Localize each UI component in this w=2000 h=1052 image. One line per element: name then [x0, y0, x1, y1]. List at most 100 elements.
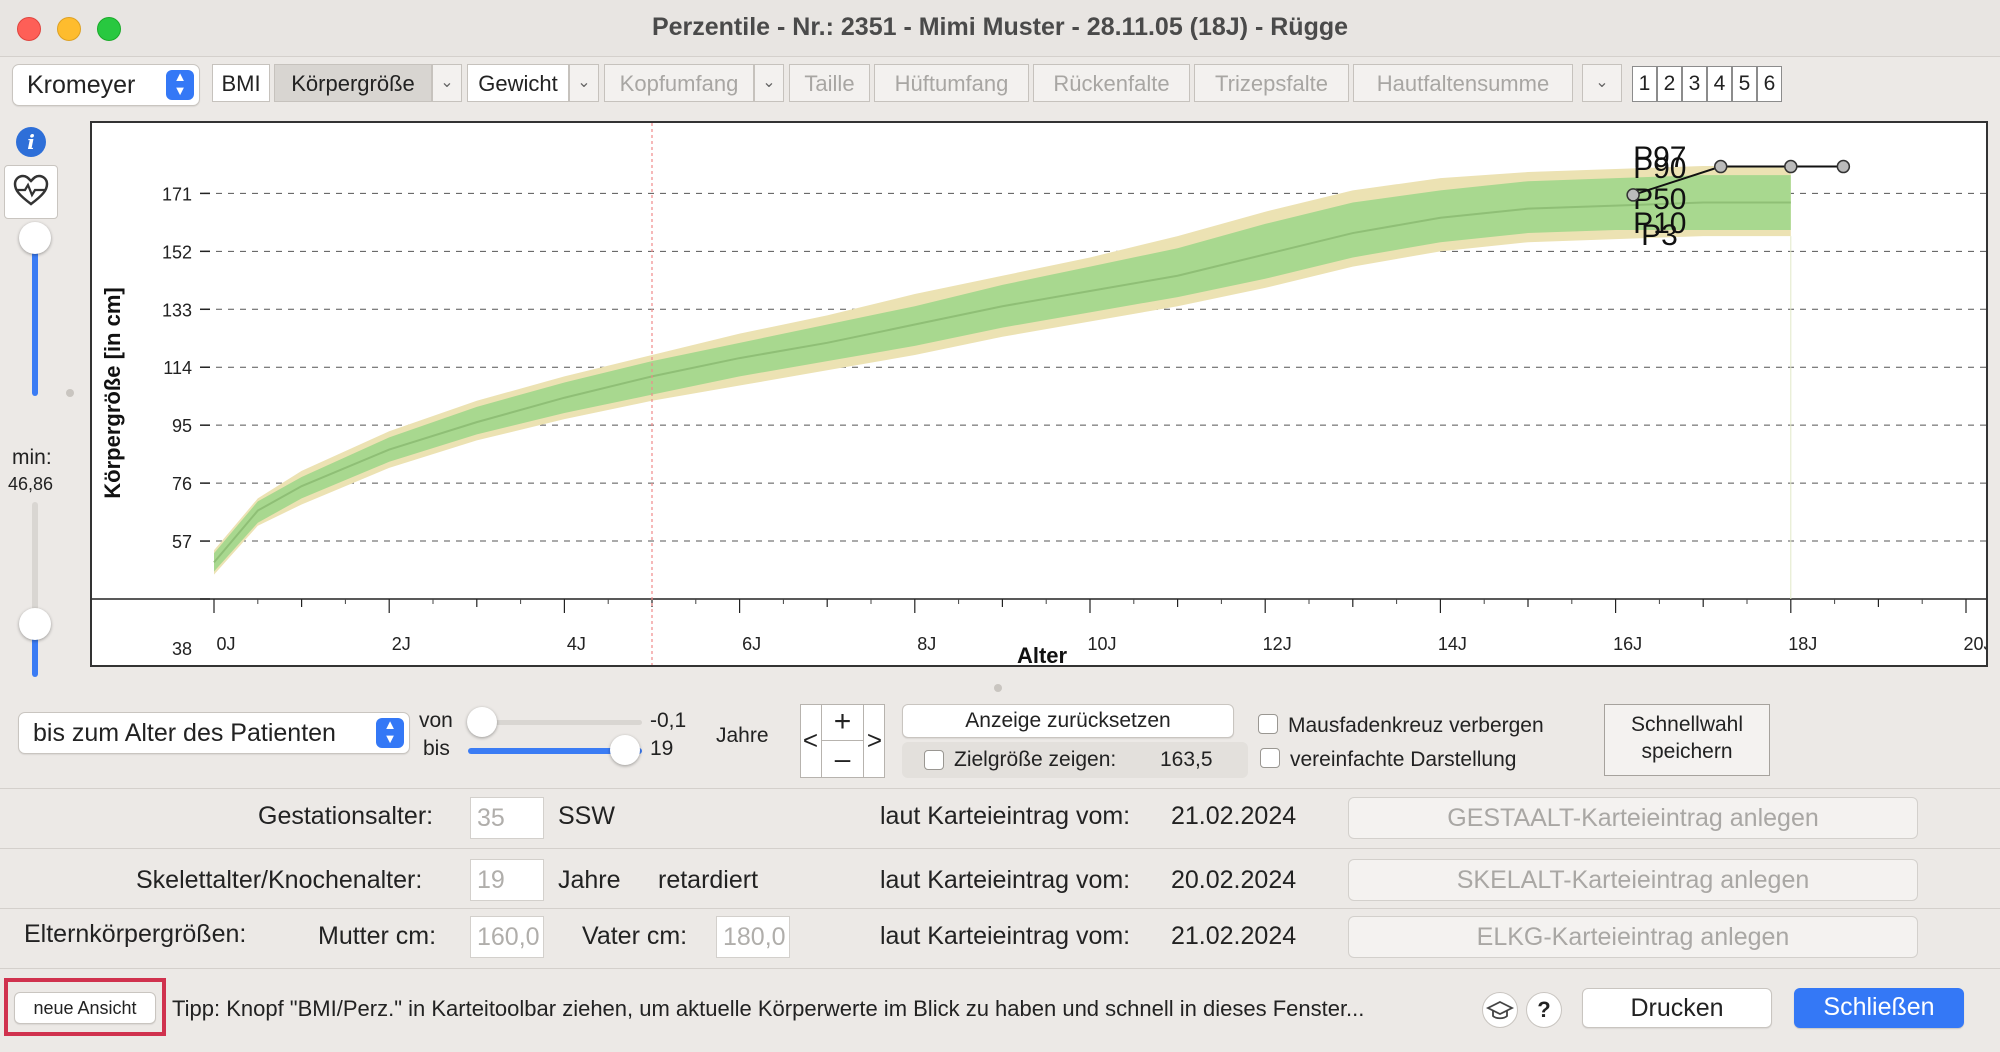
- skel-date: 20.02.2024: [1171, 866, 1297, 894]
- y-axis-title: Körpergröße [in cm]: [100, 287, 125, 498]
- chevron-down-icon[interactable]: ⌄: [432, 64, 462, 102]
- gestational-age-unit: SSW: [558, 802, 615, 830]
- target-size-checkbox[interactable]: [924, 750, 944, 770]
- tab-hueftumfang[interactable]: Hüftumfang: [874, 64, 1029, 102]
- measurement-point: [1784, 159, 1798, 174]
- print-button[interactable]: Drucken: [1582, 988, 1772, 1028]
- gestational-age-field[interactable]: 35: [470, 797, 544, 839]
- mother-height-field[interactable]: 160,0: [470, 916, 544, 958]
- x-tick-label: 12J: [1263, 634, 1292, 654]
- vertical-slider-track-2: [32, 502, 38, 622]
- y-tick-label: 38: [172, 639, 192, 659]
- tab-kopfumfang[interactable]: Kopfumfang: [604, 64, 754, 102]
- measurement-point: [1836, 159, 1851, 174]
- y-tick-label: 95: [172, 416, 192, 436]
- x-tick-label: 18J: [1788, 634, 1817, 654]
- learn-button[interactable]: [1482, 992, 1518, 1028]
- quicksave-button[interactable]: Schnellwahl speichern: [1604, 704, 1770, 776]
- range-select-label: bis zum Alter des Patienten: [33, 719, 336, 747]
- min-value: 46,86: [8, 474, 54, 494]
- x-tick-label: 16J: [1613, 634, 1642, 654]
- select-stepper-icon: ▲ ▼: [166, 70, 194, 100]
- skelalt-entry-button[interactable]: SKELALT-Karteieintrag anlegen: [1348, 859, 1918, 901]
- target-size-label: Zielgröße zeigen:: [954, 748, 1117, 771]
- von-slider-thumb[interactable]: [467, 707, 497, 737]
- x-axis-title: Alter: [1017, 643, 1068, 665]
- chart-svg[interactable]: 38 57 76 95 114 133 152 171 0J 2J 4J 6J 8J 10J 12J 14J 1…: [92, 123, 1986, 665]
- zoom-in-button[interactable]: +: [822, 704, 863, 741]
- chevron-down-icon[interactable]: ⌄: [569, 64, 599, 102]
- page-4-button[interactable]: 4: [1707, 66, 1732, 102]
- y-tick-label: 152: [162, 242, 192, 262]
- measurement-point: [1713, 159, 1728, 174]
- new-view-button[interactable]: neue Ansicht: [14, 992, 156, 1024]
- crosshair-label: Mausfadenkreuz verbergen: [1288, 714, 1544, 737]
- parent-date-label: laut Karteieintrag vom:: [880, 922, 1131, 950]
- simple-view-checkbox[interactable]: [1260, 748, 1280, 768]
- tab-bmi[interactable]: BMI: [212, 64, 270, 102]
- tab-rueckenfalte[interactable]: Rückenfalte: [1033, 64, 1190, 102]
- source-select[interactable]: Kromeyer ▲ ▼: [12, 64, 200, 106]
- chevron-down-icon[interactable]: ⌄: [1582, 64, 1622, 102]
- skeletal-age-field[interactable]: 19: [470, 859, 544, 901]
- x-tick-label: 8J: [917, 634, 936, 654]
- range-select[interactable]: bis zum Alter des Patienten ▲ ▼: [18, 712, 410, 754]
- help-button[interactable]: ?: [1526, 992, 1562, 1028]
- y-tick-label: 114: [163, 358, 192, 378]
- x-tick-label: 4J: [567, 634, 586, 654]
- page-6-button[interactable]: 6: [1757, 66, 1782, 102]
- page-5-button[interactable]: 5: [1732, 66, 1757, 102]
- skeletal-age-unit: Jahre: [558, 866, 621, 894]
- close-button[interactable]: Schließen: [1794, 988, 1964, 1028]
- elkg-entry-button[interactable]: ELKG-Karteieintrag anlegen: [1348, 916, 1918, 958]
- bis-value: 19: [650, 737, 674, 760]
- gestaalt-entry-button[interactable]: GESTAALT-Karteieintrag anlegen: [1348, 797, 1918, 839]
- separator: [0, 968, 2000, 969]
- crosshair-checkbox[interactable]: [1258, 714, 1278, 734]
- splitter-dot[interactable]: [994, 684, 1002, 692]
- father-height-field[interactable]: 180,0: [716, 916, 790, 958]
- parent-date: 21.02.2024: [1171, 922, 1297, 950]
- y-tick-label: 57: [172, 532, 192, 552]
- percentile-chart[interactable]: 38 57 76 95 114 133 152 171 0J 2J 4J 6J 8J 10J 12J 14J 1…: [90, 121, 1988, 667]
- vertical-slider-thumb-2[interactable]: [19, 608, 51, 640]
- page-1-button[interactable]: 1: [1632, 66, 1657, 102]
- next-range-button[interactable]: >: [863, 704, 885, 778]
- window-title: Perzentile - Nr.: 2351 - Mimi Muster - 2…: [651, 13, 1349, 41]
- tip-text: Tipp: Knopf "BMI/Perz." in Karteitoolbar…: [172, 996, 1365, 1021]
- info-icon[interactable]: i: [16, 127, 46, 157]
- percentile-median-line: [213, 201, 1791, 564]
- years-label: Jahre: [716, 724, 769, 747]
- page-2-button[interactable]: 2: [1657, 66, 1682, 102]
- tab-gewicht[interactable]: Gewicht: [467, 64, 569, 102]
- bis-slider-thumb[interactable]: [610, 735, 640, 765]
- zoom-out-button[interactable]: –: [822, 741, 863, 778]
- x-tick-label: 0J: [216, 634, 235, 654]
- graduation-cap-icon: [1485, 1000, 1515, 1020]
- percentile-label: P3: [1641, 219, 1678, 252]
- x-tick-label: 14J: [1438, 634, 1467, 654]
- y-tick-label: 133: [162, 300, 192, 320]
- gest-date: 21.02.2024: [1171, 802, 1297, 830]
- father-label: Vater cm:: [582, 922, 688, 950]
- separator: [0, 848, 2000, 849]
- gestational-age-label: Gestationsalter:: [258, 802, 434, 830]
- tab-koerpergroesse[interactable]: Körpergröße: [274, 64, 432, 102]
- vertical-slider-track: [32, 238, 38, 396]
- tab-hautfaltensumme[interactable]: Hautfaltensumme: [1353, 64, 1573, 102]
- slider-dot: [66, 389, 74, 397]
- tab-trizepsfalte[interactable]: Trizepsfalte: [1194, 64, 1349, 102]
- heart-rate-button[interactable]: [4, 165, 58, 219]
- target-size-value: 163,5: [1160, 748, 1213, 771]
- simple-view-label: vereinfachte Darstellung: [1290, 748, 1517, 771]
- prev-range-button[interactable]: <: [800, 704, 822, 778]
- reset-view-button[interactable]: Anzeige zurücksetzen: [902, 704, 1234, 738]
- chevron-down-icon[interactable]: ⌄: [754, 64, 784, 102]
- y-tick-label: 76: [172, 474, 192, 494]
- tab-taille[interactable]: Taille: [789, 64, 870, 102]
- source-select-label: Kromeyer: [27, 71, 136, 99]
- page-3-button[interactable]: 3: [1682, 66, 1707, 102]
- x-tick-label: 2J: [392, 634, 411, 654]
- vertical-slider-thumb[interactable]: [19, 222, 51, 254]
- mother-label: Mutter cm:: [318, 922, 437, 950]
